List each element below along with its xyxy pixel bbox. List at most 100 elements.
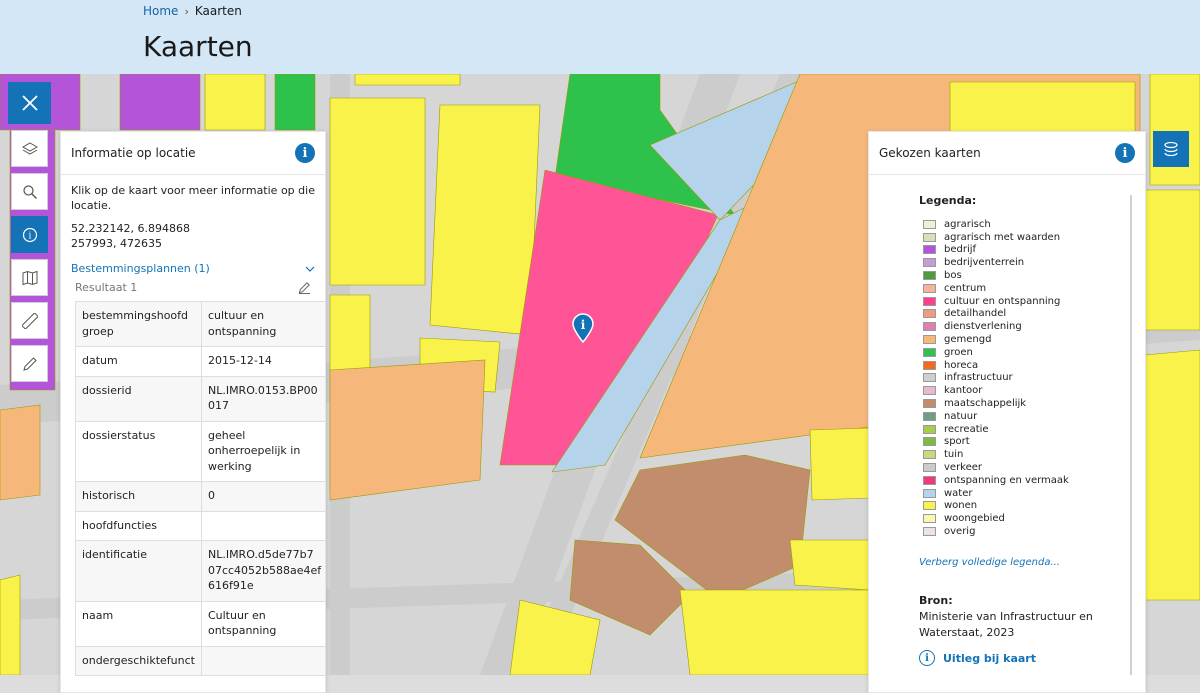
explain-map-label: Uitleg bij kaart — [943, 651, 1036, 665]
legend-toggle-link[interactable]: Verberg volledige legenda... — [919, 557, 1060, 568]
legend-label: overig — [944, 526, 976, 538]
stack-icon — [1164, 141, 1178, 157]
legend-swatch — [923, 347, 936, 357]
result-row: Resultaat 1 — [75, 280, 311, 295]
legend-label: ontspanning en vermaak — [944, 474, 1069, 486]
legend-swatch — [923, 488, 936, 498]
layers-button[interactable] — [1153, 131, 1189, 167]
legend-item: sport — [923, 436, 1069, 449]
edit-icon[interactable] — [298, 281, 311, 294]
legend-swatch — [923, 475, 936, 485]
legend-scrollbar[interactable] — [1130, 195, 1132, 675]
legend-swatch — [923, 296, 936, 306]
legend-item: water — [923, 487, 1069, 500]
legend-item: natuur — [923, 410, 1069, 423]
legend-swatch — [923, 245, 936, 255]
page-title: Kaarten — [143, 30, 253, 63]
legend-item: maatschappelijk — [923, 397, 1069, 410]
table-row: identificatie NL.IMRO.d5de77b7 07cc4052b5… — [75, 540, 325, 602]
legend-item: woongebied — [923, 512, 1069, 525]
close-button[interactable] — [8, 82, 51, 124]
legend-label: recreatie — [944, 423, 989, 435]
legend-swatch — [923, 411, 936, 421]
info-icon: i — [22, 227, 37, 242]
legend-item: bedrijf — [923, 244, 1069, 257]
attr-value: Cultuur en ontspanning — [200, 600, 325, 647]
legend-swatch — [923, 450, 936, 460]
legend-label: centrum — [944, 282, 987, 294]
attr-key: dossierid — [75, 375, 202, 422]
legend-item: gemengd — [923, 333, 1069, 346]
legend-swatch — [923, 283, 936, 293]
attr-key: hoofdfuncties — [75, 510, 202, 541]
attribute-table: bestemmingshoofd groep cultuur en ontspan… — [75, 301, 325, 676]
info-icon[interactable]: i — [295, 143, 315, 163]
layers-tool-button[interactable] — [11, 130, 48, 167]
info-panel-title: Informatie op locatie — [71, 146, 196, 160]
ruler-tool-button[interactable] — [11, 302, 48, 339]
svg-text:i: i — [581, 318, 586, 332]
legend-label: agrarisch met waarden — [944, 231, 1061, 243]
source-text: Ministerie van Infrastructuur en Waterst… — [919, 610, 1093, 639]
attr-key: ondergeschiktefunct — [75, 645, 202, 676]
map-toolbar: i — [11, 130, 48, 382]
map-book-icon — [22, 270, 37, 285]
table-row: ondergeschiktefunct — [75, 645, 325, 676]
attr-value — [200, 510, 325, 541]
attr-value: NL.IMRO.0153.BP00 017 — [200, 375, 325, 422]
legend-item: wonen — [923, 500, 1069, 513]
legend-swatch — [923, 424, 936, 434]
legend-label: sport — [944, 436, 970, 448]
legend-item: tuin — [923, 448, 1069, 461]
legend-panel: Gekozen kaarten i Legenda: agrarisch agra… — [868, 131, 1146, 693]
legend-item: groen — [923, 346, 1069, 359]
legend-item: ontspanning en vermaak — [923, 474, 1069, 487]
pencil-tool-button[interactable] — [11, 345, 48, 382]
legend-label: wonen — [944, 500, 978, 512]
breadcrumb-home-link[interactable]: Home — [143, 4, 178, 18]
legend-swatch — [923, 399, 936, 409]
map-book-tool-button[interactable] — [11, 259, 48, 296]
legend-label: bedrijf — [944, 244, 977, 256]
info-outline-icon: i — [919, 650, 935, 666]
bestemmingsplannen-toggle[interactable]: Bestemmingsplannen (1) — [71, 261, 315, 276]
legend-label: water — [944, 487, 973, 499]
location-marker-icon[interactable]: i — [571, 313, 595, 347]
table-row: hoofdfuncties — [75, 510, 325, 541]
legend-swatch — [923, 271, 936, 281]
table-row: historisch 0 — [75, 481, 325, 512]
attr-key: naam — [75, 600, 202, 647]
legend-label: natuur — [944, 410, 978, 422]
legend-label: horeca — [944, 359, 979, 371]
explain-map-link[interactable]: i Uitleg bij kaart — [919, 650, 1036, 666]
legend-label: dienstverlening — [944, 321, 1022, 333]
legend-item: bedrijventerrein — [923, 256, 1069, 269]
legend-scroll-area[interactable]: Legenda: agrarisch agrarisch met waarden b… — [881, 176, 1133, 692]
legend-label: maatschappelijk — [944, 398, 1027, 410]
legend-label: tuin — [944, 449, 964, 461]
legend-label: kantoor — [944, 385, 983, 397]
legend-item: dienstverlening — [923, 320, 1069, 333]
legend-item: kantoor — [923, 384, 1069, 397]
legend-swatch — [923, 258, 936, 268]
legend-label: agrarisch — [944, 218, 991, 230]
search-tool-button[interactable] — [11, 173, 48, 210]
coords-wgs84: 52.232142, 6.894868 — [71, 222, 190, 235]
legend-label: infrastructuur — [944, 372, 1013, 384]
info-icon[interactable]: i — [1115, 143, 1135, 163]
legend-label: detailhandel — [944, 308, 1007, 320]
legend-item: infrastructuur — [923, 372, 1069, 385]
legend-item: horeca — [923, 359, 1069, 372]
section-label: Bestemmingsplannen (1) — [71, 262, 210, 275]
pencil-icon — [22, 356, 37, 371]
attr-value: cultuur en ontspanning — [200, 301, 325, 347]
legend-swatch — [923, 437, 936, 447]
attr-value: 2015-12-14 — [200, 346, 325, 377]
legend-item: recreatie — [923, 423, 1069, 436]
search-icon — [22, 184, 37, 199]
legend-label: groen — [944, 346, 973, 358]
legend-swatch — [923, 360, 936, 370]
info-panel-body: Klik op de kaart voor meer informatie op… — [61, 175, 325, 684]
info-tool-button[interactable]: i — [11, 216, 48, 253]
table-row: datum 2015-12-14 — [75, 346, 325, 377]
